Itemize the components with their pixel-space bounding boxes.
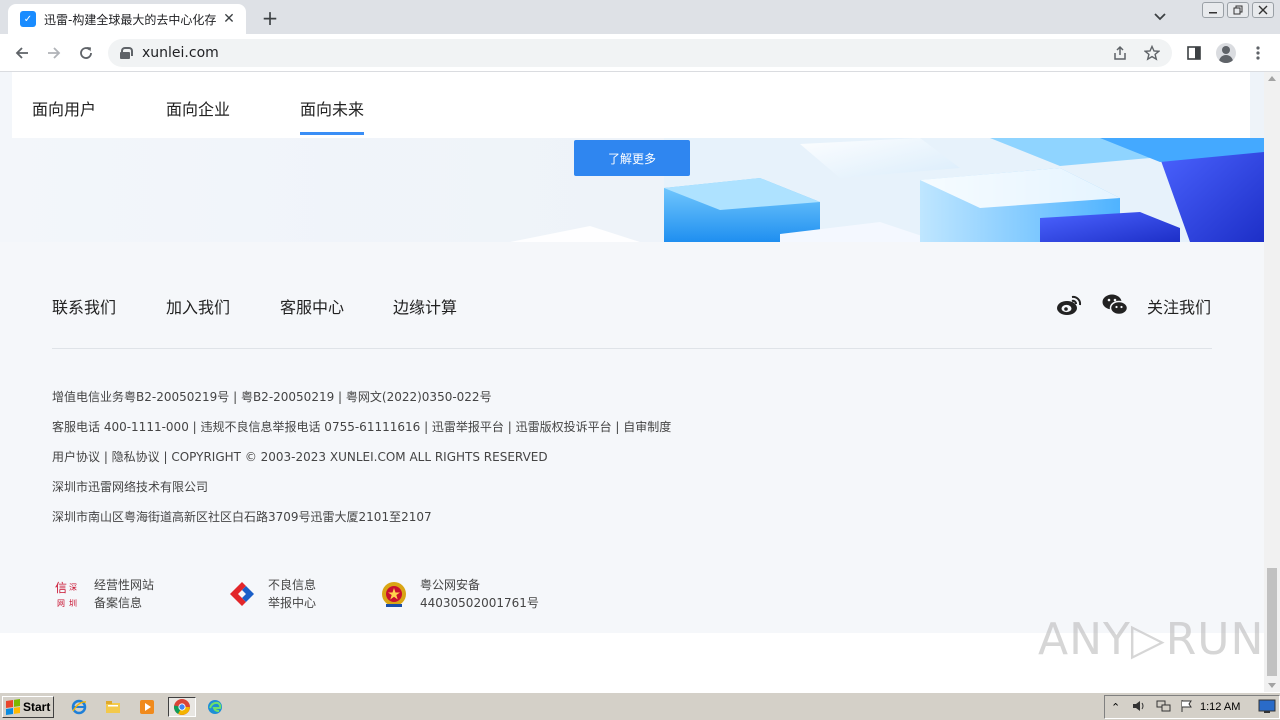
edge-icon[interactable] (204, 697, 226, 717)
lock-icon (120, 47, 133, 59)
action-center-flag-icon[interactable] (1180, 698, 1194, 717)
badge-public-security[interactable]: 粤公网安备 44030502001761号 (378, 576, 539, 612)
follow-us-label[interactable]: 关注我们 (1147, 294, 1211, 318)
reload-icon[interactable] (74, 41, 98, 65)
badge-report-center-line2: 举报中心 (268, 596, 317, 610)
start-label: Start (23, 700, 51, 714)
page-viewport: 面向用户 面向企业 面向未来 了解更多 联系我们 加入我们 客服中心 边缘计算 (0, 72, 1264, 692)
badge-website-record[interactable]: 信 深 网 圳 经营性网站 备案信息 (52, 576, 154, 612)
svg-text:圳: 圳 (69, 598, 77, 608)
profile-icon (1216, 43, 1236, 63)
copyright-line: 用户协议 | 隐私协议 | COPYRIGHT © 2003-2023 XUNL… (52, 450, 548, 464)
scroll-down-arrow-icon[interactable] (1268, 683, 1276, 688)
scroll-up-arrow-icon[interactable] (1268, 76, 1276, 81)
restore-window-button[interactable] (1227, 2, 1249, 18)
contact-info-line: 客服电话 400-1111-000 | 违规不良信息举报电话 0755-6111… (52, 420, 672, 434)
browser-toolbar: xunlei.com (0, 34, 1280, 72)
license-info-line: 增值电信业务粤B2-20050219号 | 粤B2-20050219 | 粤网文… (52, 390, 492, 404)
tab-close-icon[interactable]: ✕ (220, 10, 238, 28)
learn-more-button[interactable]: 了解更多 (574, 140, 690, 176)
system-tray: ⌃ (1104, 695, 1280, 719)
anyrun-watermark: ANY▷RUN (1038, 614, 1265, 665)
active-tab-indicator (300, 132, 364, 135)
back-arrow-icon[interactable] (10, 41, 34, 65)
police-emblem-icon (382, 582, 406, 607)
address-bar[interactable]: xunlei.com (108, 39, 1172, 67)
website-record-seal-icon: 信 深 网 圳 (55, 581, 77, 608)
hero-section: 面向用户 面向企业 面向未来 了解更多 (0, 72, 1264, 242)
new-tab-button[interactable]: + (258, 6, 282, 30)
company-address-line: 深圳市南山区粤海街道高新区社区白石路3709号迅雷大厦2101至2107 (52, 510, 432, 524)
page-scrollbar[interactable] (1264, 72, 1280, 692)
xunlei-favicon-icon: ✓ (20, 11, 36, 27)
wechat-icon[interactable] (1102, 294, 1128, 316)
taskbar-clock[interactable]: 1:12 AM (1200, 701, 1240, 713)
network-icon[interactable] (1156, 698, 1172, 717)
internet-explorer-icon[interactable] (68, 697, 90, 717)
badge-website-record-line1: 经营性网站 (94, 578, 155, 592)
tab-for-future[interactable]: 面向未来 (300, 96, 364, 120)
footer-link-contact-us[interactable]: 联系我们 (52, 294, 116, 318)
url-text: xunlei.com (142, 45, 219, 61)
scrollbar-thumb[interactable] (1267, 568, 1277, 676)
badge-public-security-line2: 44030502001761号 (420, 596, 539, 610)
more-menu-icon[interactable] (1246, 41, 1270, 65)
show-desktop-icon[interactable] (1258, 698, 1276, 718)
footer-link-service-center[interactable]: 客服中心 (280, 294, 344, 318)
file-explorer-icon[interactable] (102, 697, 124, 717)
tab-title: 迅雷-构建全球最大的去中心化存储与 (44, 12, 216, 27)
forward-arrow-icon[interactable] (42, 41, 66, 65)
bookmark-star-icon[interactable] (1143, 44, 1161, 65)
report-center-icon (230, 582, 254, 606)
browser-tab-bar: ✓ 迅雷-构建全球最大的去中心化存储与 ✕ + (0, 0, 1280, 34)
badge-report-center-line1: 不良信息 (268, 578, 317, 592)
tab-for-enterprise[interactable]: 面向企业 (166, 96, 230, 120)
side-panel-icon[interactable] (1182, 41, 1206, 65)
company-name-line: 深圳市迅雷网络技术有限公司 (52, 480, 209, 494)
footer-divider (52, 348, 1212, 349)
tab-for-users[interactable]: 面向用户 (32, 96, 96, 120)
browser-tab[interactable]: ✓ 迅雷-构建全球最大的去中心化存储与 ✕ (8, 4, 246, 34)
tray-expand-icon[interactable]: ⌃ (1111, 701, 1120, 714)
badge-website-record-line2: 备案信息 (94, 596, 143, 610)
weibo-icon[interactable] (1056, 294, 1082, 316)
volume-icon[interactable] (1132, 698, 1146, 717)
badge-public-security-line1: 粤公网安备 (420, 578, 481, 592)
footer-link-join-us[interactable]: 加入我们 (166, 294, 230, 318)
tab-search-chevron-icon[interactable] (1150, 8, 1170, 26)
hero-tab-bar: 面向用户 面向企业 面向未来 (12, 72, 1250, 138)
minimize-window-button[interactable] (1202, 2, 1224, 18)
media-player-icon[interactable] (136, 697, 158, 717)
badge-report-center[interactable]: 不良信息 举报中心 (226, 576, 316, 612)
svg-text:信: 信 (55, 581, 67, 595)
start-button[interactable]: Start (2, 696, 54, 718)
windows-taskbar: Start ⌃ 1:12 AM (0, 692, 1280, 720)
footer-link-edge-computing[interactable]: 边缘计算 (393, 294, 457, 318)
share-icon[interactable] (1112, 45, 1128, 65)
profile-avatar[interactable] (1214, 41, 1238, 65)
chrome-taskbar-button[interactable] (168, 697, 196, 717)
footer: 联系我们 加入我们 客服中心 边缘计算 关注我们 增值电信业务粤B2-20050… (0, 242, 1264, 633)
svg-text:网: 网 (57, 599, 65, 608)
windows-flag-icon (6, 699, 20, 715)
svg-text:深: 深 (69, 583, 77, 592)
close-window-button[interactable] (1252, 2, 1274, 18)
